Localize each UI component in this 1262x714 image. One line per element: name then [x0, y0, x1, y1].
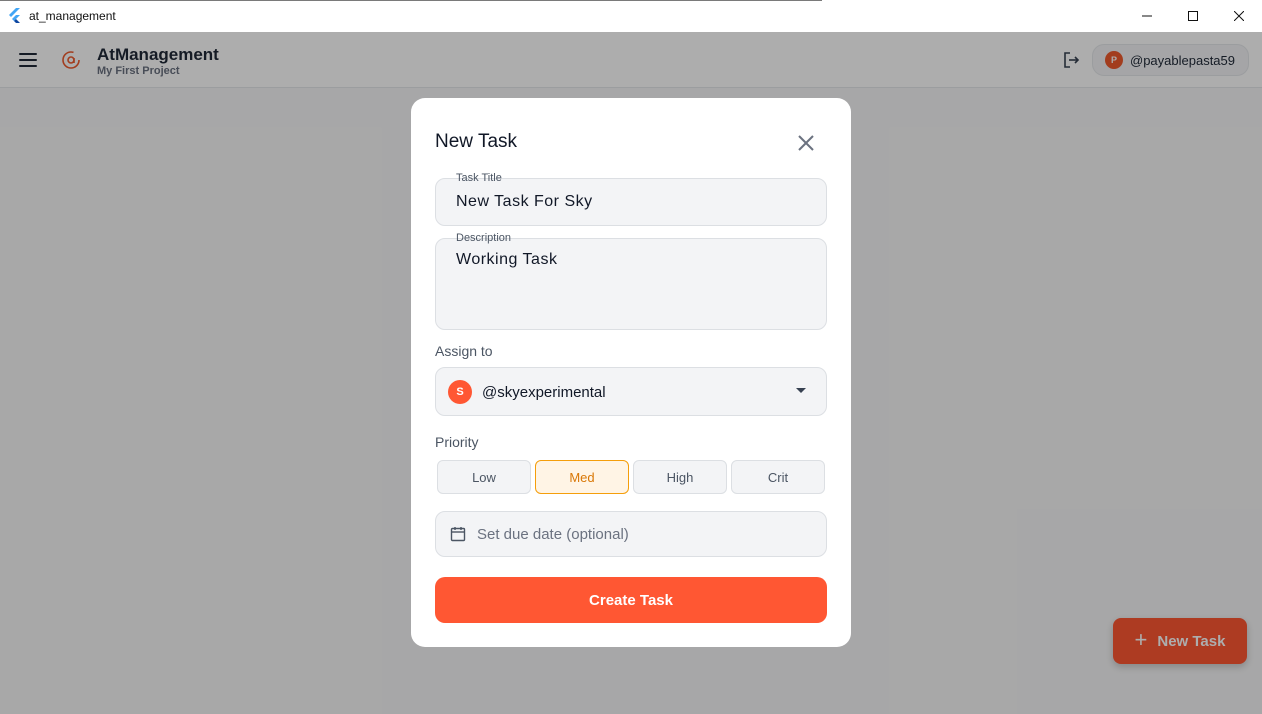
description-input[interactable]: Description Working Task [435, 232, 827, 330]
assignee-name: @skyexperimental [482, 384, 606, 401]
maximize-button[interactable] [1170, 0, 1216, 32]
priority-high-button[interactable]: High [633, 460, 727, 494]
priority-crit-button[interactable]: Crit [731, 460, 825, 494]
avatar: S [448, 380, 472, 404]
assignee-dropdown[interactable]: S @skyexperimental [435, 367, 827, 416]
window-controls [1124, 0, 1262, 32]
window-titlebar: at_management [0, 0, 1262, 32]
window-border [0, 0, 822, 1]
window-close-button[interactable] [1216, 0, 1262, 32]
create-task-button[interactable]: Create Task [435, 577, 827, 623]
assign-label: Assign to [435, 343, 493, 359]
minimize-icon [1142, 15, 1152, 17]
description-label: Description [452, 231, 516, 245]
calendar-icon [450, 527, 466, 542]
dialog-title: New Task [435, 131, 518, 152]
minimize-button[interactable] [1124, 0, 1170, 32]
new-task-dialog: New Task Task Title New Task For Sky Des… [411, 98, 851, 647]
maximize-icon [1188, 11, 1198, 21]
priority-low-button[interactable]: Low [437, 460, 531, 494]
description-value: Working Task [456, 251, 558, 268]
chevron-down-icon [796, 388, 806, 393]
task-title-input[interactable]: Task Title New Task For Sky [435, 172, 827, 226]
flutter-icon [9, 8, 20, 23]
window-title: at_management [29, 9, 116, 23]
due-date-placeholder: Set due date (optional) [477, 526, 629, 543]
close-icon[interactable] [795, 132, 817, 154]
task-title-label: Task Title [452, 171, 506, 185]
priority-selector: Low Med High Crit [437, 460, 825, 494]
priority-med-button[interactable]: Med [535, 460, 629, 494]
due-date-field[interactable]: Set due date (optional) [435, 511, 827, 557]
close-icon [1234, 11, 1244, 21]
priority-label: Priority [435, 434, 479, 450]
task-title-value: New Task For Sky [456, 193, 593, 210]
